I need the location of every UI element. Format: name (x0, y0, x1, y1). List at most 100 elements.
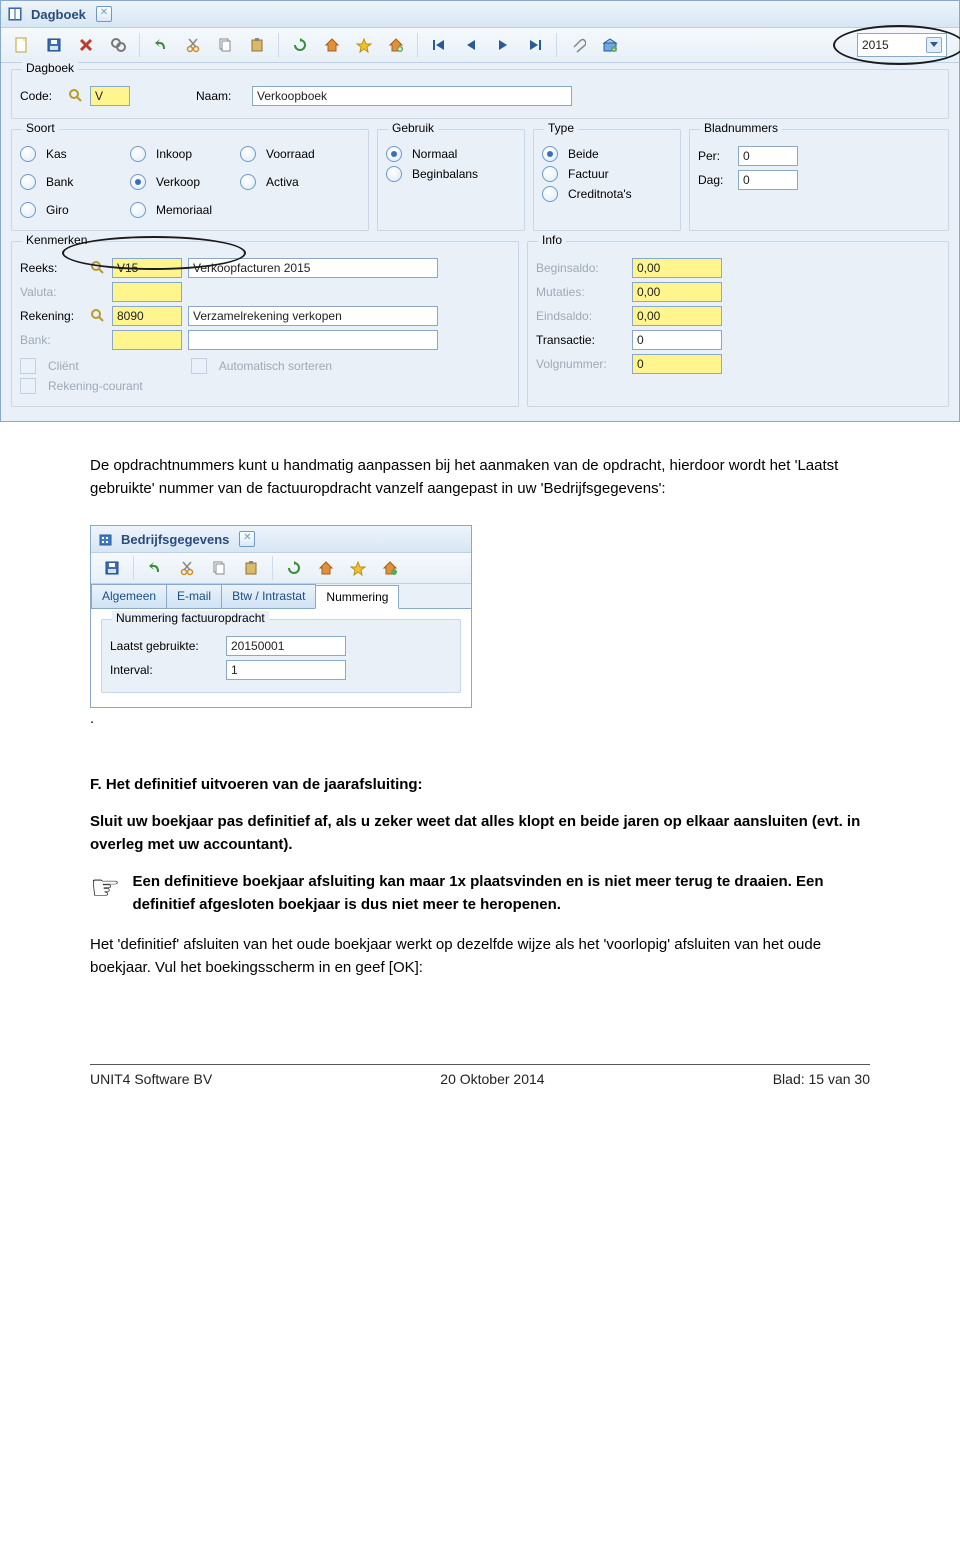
magnify-icon[interactable] (90, 308, 106, 324)
opt-memoriaal: Memoriaal (156, 203, 212, 217)
bank-code-input[interactable] (112, 330, 182, 350)
cut-icon[interactable] (172, 553, 202, 583)
client-checkbox[interactable] (20, 358, 36, 374)
attach-icon[interactable] (563, 30, 593, 60)
nummering-group: Nummering factuuropdracht Laatst gebruik… (101, 619, 461, 693)
copy-icon[interactable] (204, 553, 234, 583)
rekening-code-input[interactable]: 8090 (112, 306, 182, 326)
radio-beginbalans[interactable] (386, 166, 402, 182)
last-icon[interactable] (520, 30, 550, 60)
type-group: Type Beide Factuur Creditnota's (533, 129, 681, 231)
laatst-label: Laatst gebruikte: (110, 639, 220, 653)
valuta-label: Valuta: (20, 285, 84, 299)
radio-voorraad[interactable] (240, 146, 256, 162)
prev-icon[interactable] (456, 30, 486, 60)
refresh-icon[interactable] (285, 30, 315, 60)
close-icon[interactable]: ✕ (96, 6, 112, 22)
find-icon[interactable] (103, 30, 133, 60)
next-icon[interactable] (488, 30, 518, 60)
rc-checkbox[interactable] (20, 378, 36, 394)
opt-normaal: Normaal (412, 147, 457, 161)
rekening-desc-input[interactable]: Verzamelrekening verkopen (188, 306, 438, 326)
module-icon[interactable]: + (595, 30, 625, 60)
home-add-icon[interactable] (381, 30, 411, 60)
titlebar: Dagboek ✕ (1, 1, 959, 28)
info-title: Info (538, 233, 566, 247)
autosort-label: Automatisch sorteren (219, 359, 332, 373)
radio-inkoop[interactable] (130, 146, 146, 162)
document-text-2: F. Het definitief uitvoeren van de jaara… (0, 741, 960, 1005)
footer-left: UNIT4 Software BV (90, 1071, 212, 1087)
window2-body: Nummering factuuropdracht Laatst gebruik… (91, 609, 471, 707)
tab-nummering[interactable]: Nummering (315, 585, 399, 609)
autosort-checkbox[interactable] (191, 358, 207, 374)
favorite-icon[interactable] (343, 553, 373, 583)
radio-bank[interactable] (20, 174, 36, 190)
close-icon[interactable]: ✕ (239, 531, 255, 547)
radio-beide[interactable] (542, 146, 558, 162)
delete-icon[interactable] (71, 30, 101, 60)
radio-verkoop[interactable] (130, 174, 146, 190)
naam-input[interactable]: Verkoopboek (252, 86, 572, 106)
soort-title: Soort (22, 121, 59, 135)
tab-algemeen[interactable]: Algemeen (91, 584, 167, 608)
radio-activa[interactable] (240, 174, 256, 190)
tab-btw[interactable]: Btw / Intrastat (221, 584, 316, 608)
laatst-input[interactable]: 20150001 (226, 636, 346, 656)
beginsaldo-label: Beginsaldo: (536, 261, 626, 275)
undo-icon[interactable] (146, 30, 176, 60)
annotation-oval-year (833, 25, 960, 65)
dagboek-group-title: Dagboek (22, 61, 78, 75)
first-icon[interactable] (424, 30, 454, 60)
opt-verkoop: Verkoop (156, 175, 200, 189)
bank-desc-input[interactable] (188, 330, 438, 350)
naam-label: Naam: (196, 89, 246, 103)
per-input[interactable]: 0 (738, 146, 798, 166)
tab-email[interactable]: E-mail (166, 584, 222, 608)
window2-title: Bedrijfsgegevens (121, 532, 229, 547)
trailingdot: . (0, 708, 960, 741)
radio-memoriaal[interactable] (130, 202, 146, 218)
home-add-icon[interactable] (375, 553, 405, 583)
interval-input[interactable]: 1 (226, 660, 346, 680)
radio-creditnota[interactable] (542, 186, 558, 202)
document-text: De opdrachtnummers kunt u handmatig aanp… (0, 422, 960, 525)
refresh-icon[interactable] (279, 553, 309, 583)
opt-factuur: Factuur (568, 167, 609, 181)
save-icon[interactable] (39, 30, 69, 60)
bladnummers-group: Bladnummers Per:0 Dag:0 (689, 129, 949, 231)
copy-icon[interactable] (210, 30, 240, 60)
paste-icon[interactable] (236, 553, 266, 583)
volgnummer-label: Volgnummer: (536, 357, 626, 371)
save-icon[interactable] (97, 553, 127, 583)
radio-giro[interactable] (20, 202, 36, 218)
transactie-input[interactable]: 0 (632, 330, 722, 350)
note-block: ☞ Een definitieve boekjaar afsluiting ka… (90, 871, 870, 916)
eindsaldo-value: 0,00 (632, 306, 722, 326)
magnify-icon[interactable] (68, 88, 84, 104)
mutaties-value: 0,00 (632, 282, 722, 302)
radio-normaal[interactable] (386, 146, 402, 162)
toolbar-2 (91, 553, 471, 584)
radio-kas[interactable] (20, 146, 36, 162)
opt-activa: Activa (266, 175, 299, 189)
valuta-input[interactable] (112, 282, 182, 302)
favorite-icon[interactable] (349, 30, 379, 60)
code-input[interactable]: V (90, 86, 130, 106)
gebruik-title: Gebruik (388, 121, 438, 135)
rekening-label: Rekening: (20, 309, 84, 323)
opt-giro: Giro (46, 203, 69, 217)
cut-icon[interactable] (178, 30, 208, 60)
annotation-oval-reeks (62, 236, 246, 270)
home-icon[interactable] (317, 30, 347, 60)
dag-input[interactable]: 0 (738, 170, 798, 190)
new-icon[interactable] (7, 30, 37, 60)
radio-factuur[interactable] (542, 166, 558, 182)
mutaties-label: Mutaties: (536, 285, 626, 299)
eindsaldo-label: Eindsaldo: (536, 309, 626, 323)
home-icon[interactable] (311, 553, 341, 583)
type-title: Type (544, 121, 578, 135)
undo-icon[interactable] (140, 553, 170, 583)
transactie-label: Transactie: (536, 333, 626, 347)
paste-icon[interactable] (242, 30, 272, 60)
